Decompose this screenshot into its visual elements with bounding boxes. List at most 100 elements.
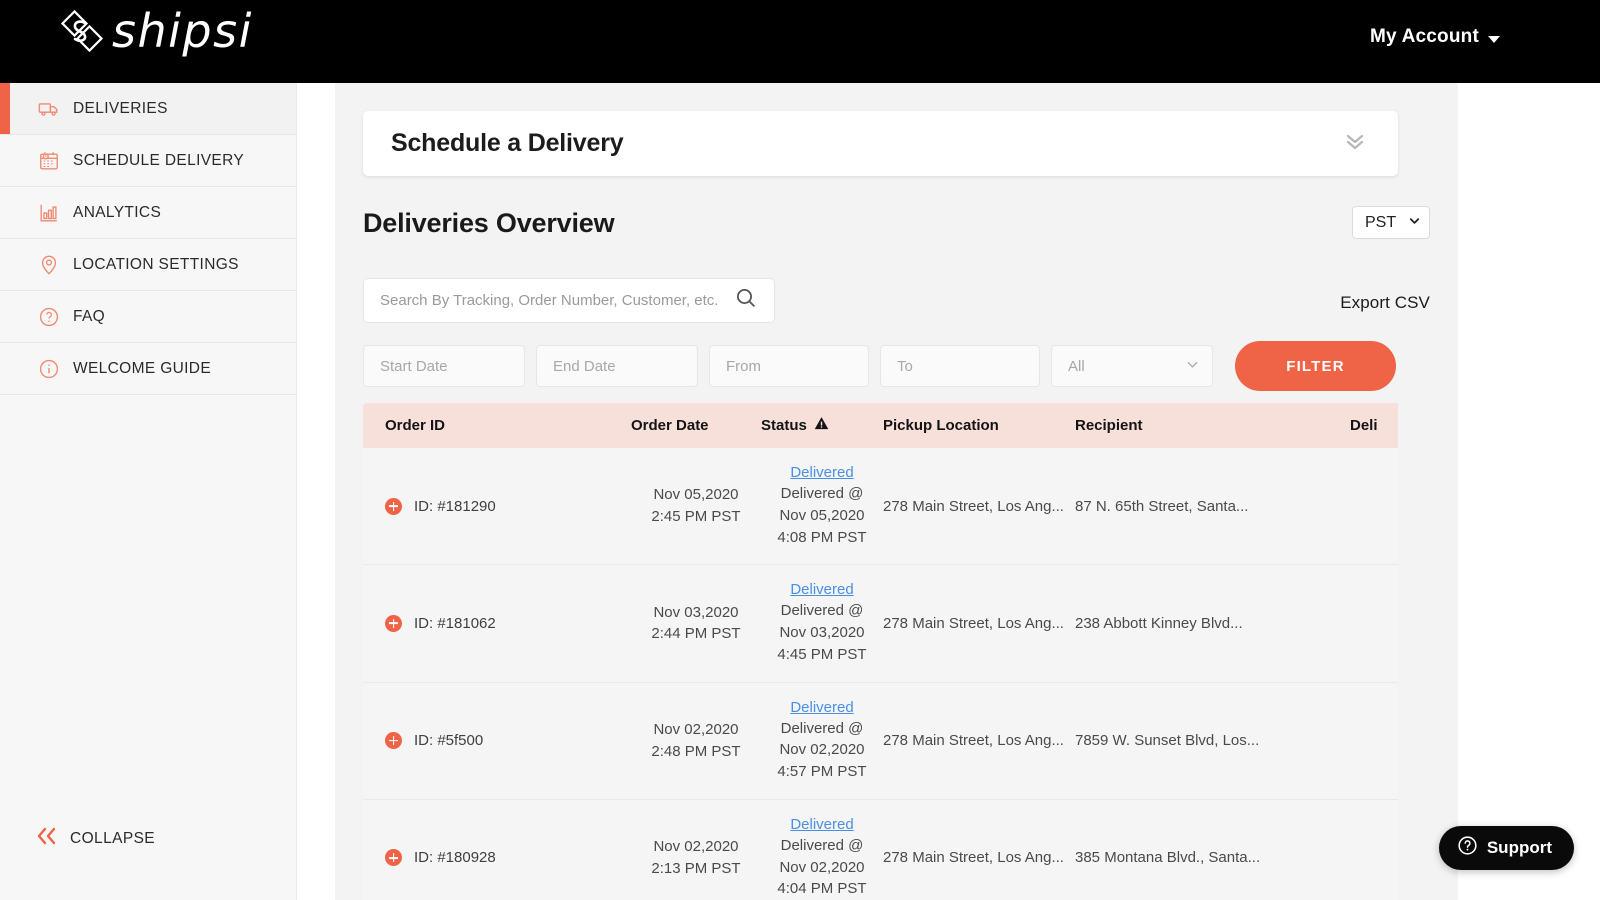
map-pin-icon <box>38 254 60 276</box>
status-detail-line-1: Delivered @ <box>780 719 864 737</box>
plus-circle-icon[interactable] <box>385 614 402 632</box>
timezone-select[interactable]: PST <box>1352 206 1430 239</box>
status-detail-line-3: 4:57 PM PST <box>777 763 867 780</box>
status-detail-line-3: 4:08 PM PST <box>777 528 867 546</box>
delivery-value <box>1350 799 1398 900</box>
pickup-location-value: 278 Main Street, Los Ang... <box>883 732 1064 750</box>
brand-logo[interactable]: shipsi <box>60 8 253 54</box>
search-icon[interactable] <box>734 286 758 315</box>
search-box[interactable] <box>363 278 775 323</box>
sidebar-item-schedule-delivery[interactable]: SCHEDULE DELIVERY <box>0 135 296 187</box>
start-date-input[interactable]: Start Date <box>363 345 525 387</box>
sidebar-item-label: LOCATION SETTINGS <box>73 255 239 273</box>
status-detail-line-2: Nov 02,2020 <box>779 741 865 759</box>
order-date-cell: Nov 03,2020 2:44 PM PST <box>631 565 761 682</box>
top-bar: shipsi My Account <box>0 0 1600 83</box>
table-row[interactable]: ID: #180928 Nov 02,2020 2:13 PM PST Deli… <box>363 799 1398 900</box>
table-row[interactable]: ID: #5f500 Nov 02,2020 2:48 PM PST Deliv… <box>363 682 1398 800</box>
sidebar-item-welcome-guide[interactable]: WELCOME GUIDE <box>0 343 296 395</box>
to-input[interactable]: To <box>880 345 1040 387</box>
order-date-value: Nov 02,2020 <box>653 838 739 856</box>
status-link[interactable]: Delivered <box>761 464 883 481</box>
sidebar-item-faq[interactable]: FAQ <box>0 291 296 343</box>
order-date-cell: Nov 02,2020 2:13 PM PST <box>631 799 761 900</box>
status-filter-select[interactable]: All <box>1051 345 1213 387</box>
search-input[interactable] <box>380 292 734 309</box>
my-account-menu[interactable]: My Account <box>1370 26 1500 48</box>
recipient-value: 238 Abbott Kinney Blvd... <box>1075 614 1243 632</box>
sidebar-item-deliveries[interactable]: DELIVERIES <box>0 83 296 135</box>
order-id-value: ID: #181290 <box>414 497 496 515</box>
order-date-cell: Nov 02,2020 2:48 PM PST <box>631 682 761 799</box>
delivery-value <box>1350 682 1398 799</box>
sidebar-item-location-settings[interactable]: LOCATION SETTINGS <box>0 239 296 291</box>
pickup-location-value: 278 Main Street, Los Ang... <box>883 497 1064 515</box>
sidebar: DELIVERIES SCHEDULE DELIVERY ANALYTICS L… <box>0 83 297 900</box>
order-date-value: Nov 05,2020 <box>653 486 739 504</box>
chevron-down-icon <box>1408 214 1421 232</box>
status-cell: Delivered Delivered @ Nov 05,2020 4:08 P… <box>761 448 883 565</box>
table-header-row: Order ID Order Date Status Pickup Locati… <box>363 403 1398 448</box>
status-cell: Delivered Delivered @ Nov 02,2020 4:04 P… <box>761 799 883 900</box>
table-row[interactable]: ID: #181062 Nov 03,2020 2:44 PM PST Deli… <box>363 564 1398 682</box>
order-date-cell: Nov 05,2020 2:45 PM PST <box>631 448 761 565</box>
bar-chart-icon <box>38 202 60 224</box>
order-id-value: ID: #180928 <box>414 849 496 867</box>
status-link[interactable]: Delivered <box>761 699 883 716</box>
column-header-order-id[interactable]: Order ID <box>363 403 631 448</box>
column-header-pickup-location[interactable]: Pickup Location <box>883 403 1075 448</box>
pickup-location-value: 278 Main Street, Los Ang... <box>883 849 1064 867</box>
column-header-status-label: Status <box>761 417 807 434</box>
from-input[interactable]: From <box>709 345 869 387</box>
plus-circle-icon[interactable] <box>385 732 402 750</box>
order-time-value: 2:48 PM PST <box>651 742 741 760</box>
status-cell: Delivered Delivered @ Nov 02,2020 4:57 P… <box>761 682 883 799</box>
column-header-status[interactable]: Status <box>761 403 883 448</box>
order-time-value: 2:13 PM PST <box>651 859 741 877</box>
schedule-a-delivery-panel[interactable]: Schedule a Delivery <box>363 111 1398 176</box>
support-label: Support <box>1486 838 1552 857</box>
recipient-value: 385 Montana Blvd., Santa... <box>1075 849 1261 867</box>
column-header-delivery[interactable]: Deli <box>1350 403 1398 448</box>
column-header-order-date[interactable]: Order Date <box>631 403 761 448</box>
status-link[interactable]: Delivered <box>761 816 883 833</box>
brand-name: shipsi <box>112 4 253 58</box>
recipient-value: 7859 W. Sunset Blvd, Los... <box>1075 732 1260 750</box>
sidebar-item-label: DELIVERIES <box>73 99 168 117</box>
filter-row: Start Date End Date From To All FILTER <box>363 341 1398 391</box>
column-header-recipient[interactable]: Recipient <box>1075 403 1350 448</box>
collapse-label: COLLAPSE <box>70 829 156 847</box>
order-id-value: ID: #5f500 <box>414 732 484 750</box>
sidebar-item-label: SCHEDULE DELIVERY <box>73 151 245 169</box>
double-chevron-down-icon[interactable] <box>1340 126 1370 161</box>
status-detail-line-1: Delivered @ <box>780 485 864 502</box>
shipsi-monogram-icon <box>60 9 104 53</box>
sidebar-item-analytics[interactable]: ANALYTICS <box>0 187 296 239</box>
support-button[interactable]: Support <box>1438 826 1574 870</box>
plus-circle-icon[interactable] <box>385 849 402 867</box>
delivery-value <box>1350 565 1398 682</box>
timezone-value: PST <box>1365 213 1397 231</box>
chevron-down-icon <box>1185 357 1200 376</box>
sidebar-item-label: WELCOME GUIDE <box>73 359 212 377</box>
plus-circle-icon[interactable] <box>385 497 402 515</box>
caret-down-icon <box>1488 35 1500 43</box>
table-row[interactable]: ID: #181290 Nov 05,2020 2:45 PM PST Deli… <box>363 448 1398 565</box>
export-csv-link[interactable]: Export CSV <box>1340 293 1430 313</box>
status-cell: Delivered Delivered @ Nov 03,2020 4:45 P… <box>761 565 883 682</box>
status-detail-line-2: Nov 03,2020 <box>779 624 865 641</box>
collapse-sidebar-button[interactable]: COLLAPSE <box>0 825 296 852</box>
info-circle-icon <box>38 358 60 380</box>
schedule-panel-title: Schedule a Delivery <box>391 129 624 157</box>
order-time-value: 2:44 PM PST <box>651 625 741 643</box>
order-date-value: Nov 03,2020 <box>653 603 739 621</box>
filter-button[interactable]: FILTER <box>1235 341 1396 391</box>
delivery-value <box>1350 448 1398 565</box>
order-id-value: ID: #181062 <box>414 614 496 632</box>
truck-icon <box>38 98 60 120</box>
status-filter-value: All <box>1068 357 1085 375</box>
my-account-label: My Account <box>1370 26 1479 47</box>
order-date-value: Nov 02,2020 <box>653 720 739 738</box>
end-date-input[interactable]: End Date <box>536 345 698 387</box>
status-link[interactable]: Delivered <box>761 581 883 598</box>
